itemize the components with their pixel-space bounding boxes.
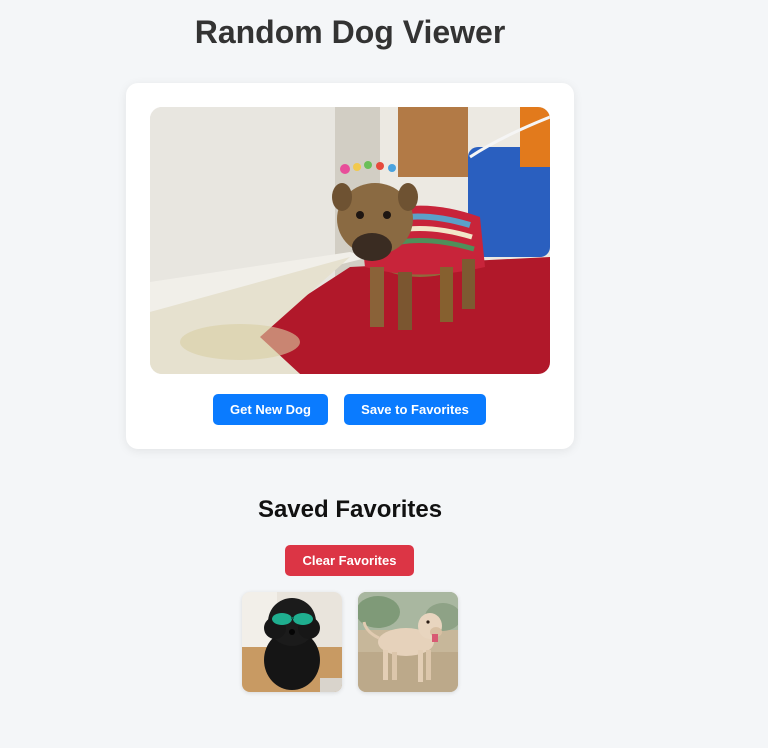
get-new-dog-button[interactable]: Get New Dog — [213, 394, 328, 425]
dog-photo — [150, 107, 550, 374]
dog-photo-icon — [150, 107, 550, 374]
favorite-thumbnail[interactable] — [242, 592, 342, 692]
dog-viewer-card: Get New Dog Save to Favorites — [126, 83, 574, 449]
favorites-title: Saved Favorites — [257, 496, 443, 523]
save-to-favorites-button[interactable]: Save to Favorites — [344, 394, 486, 425]
black-poodle-photo-icon — [242, 592, 342, 692]
clear-favorites-button[interactable]: Clear Favorites — [285, 545, 414, 576]
tan-dog-photo-icon — [358, 592, 458, 692]
page-title: Random Dog Viewer — [194, 14, 506, 50]
favorite-thumbnail[interactable] — [358, 592, 458, 692]
page: Random Dog Viewer Get New Dog Save to Fa… — [0, 0, 768, 748]
